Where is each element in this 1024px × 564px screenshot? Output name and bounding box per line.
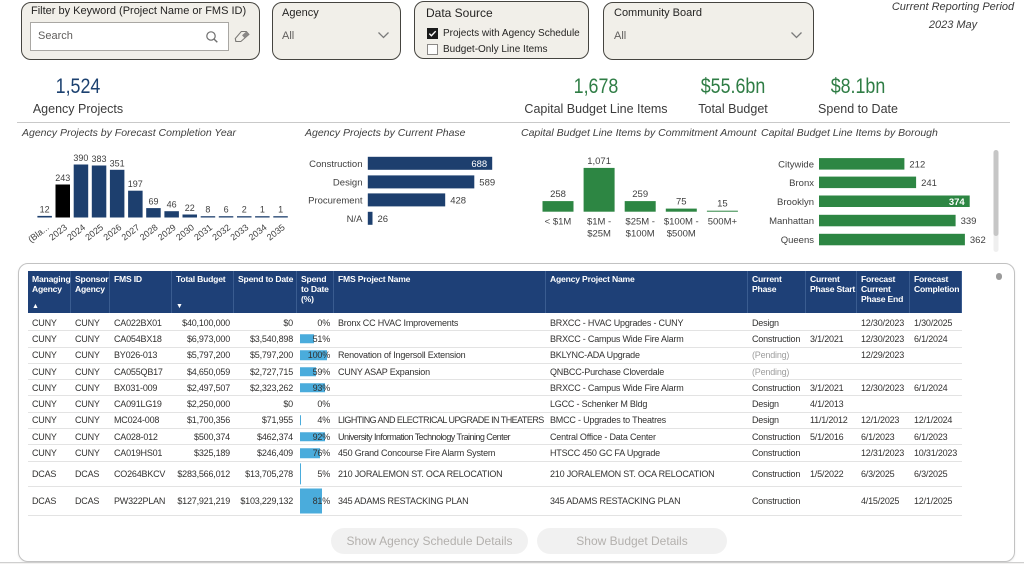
svg-text:258: 258	[550, 189, 566, 200]
svg-text:Citywide: Citywide	[778, 159, 814, 170]
svg-text:Procurement: Procurement	[308, 195, 363, 206]
svg-text:2030: 2030	[174, 222, 196, 242]
svg-text:428: 428	[450, 195, 466, 206]
svg-text:2029: 2029	[156, 222, 178, 242]
svg-text:2031: 2031	[192, 222, 214, 242]
svg-text:2: 2	[242, 205, 247, 215]
svg-text:N/A: N/A	[347, 214, 364, 225]
svg-text:8: 8	[205, 205, 210, 215]
svg-text:Brooklyn: Brooklyn	[777, 197, 814, 208]
svg-text:1: 1	[278, 205, 283, 215]
svg-text:26: 26	[378, 214, 389, 225]
svg-text:243: 243	[55, 173, 70, 183]
svg-text:2035: 2035	[265, 222, 287, 242]
svg-text:351: 351	[110, 158, 125, 168]
svg-text:$1M -: $1M -	[587, 217, 611, 228]
svg-text:241: 241	[921, 178, 937, 189]
svg-text:$25M: $25M	[587, 229, 611, 240]
svg-text:589: 589	[479, 177, 495, 188]
svg-text:$100M -: $100M -	[664, 217, 699, 228]
svg-text:688: 688	[471, 159, 487, 170]
svg-text:1,071: 1,071	[587, 156, 611, 167]
svg-text:390: 390	[73, 153, 88, 163]
svg-text:2027: 2027	[120, 222, 142, 242]
svg-text:383: 383	[91, 154, 106, 164]
svg-text:22: 22	[185, 203, 195, 213]
svg-text:46: 46	[167, 200, 177, 210]
svg-text:2033: 2033	[228, 222, 250, 242]
svg-text:$500M: $500M	[667, 229, 696, 240]
svg-text:2025: 2025	[83, 222, 105, 242]
svg-text:Bronx: Bronx	[789, 178, 814, 189]
svg-text:Queens: Queens	[781, 235, 815, 246]
svg-text:362: 362	[970, 235, 986, 246]
svg-text:500M+: 500M+	[708, 217, 738, 228]
svg-text:259: 259	[632, 189, 648, 200]
svg-text:15: 15	[717, 199, 728, 210]
svg-text:2028: 2028	[138, 222, 160, 242]
svg-text:2024: 2024	[65, 222, 87, 242]
svg-text:197: 197	[128, 179, 143, 189]
svg-text:69: 69	[148, 197, 158, 207]
svg-text:6: 6	[224, 205, 229, 215]
svg-text:Construction: Construction	[309, 159, 362, 170]
svg-text:12: 12	[40, 204, 50, 214]
svg-text:$100M: $100M	[626, 229, 655, 240]
svg-text:1: 1	[260, 205, 265, 215]
svg-text:< $1M: < $1M	[545, 217, 572, 228]
svg-text:Design: Design	[333, 177, 363, 188]
svg-text:339: 339	[961, 216, 977, 227]
svg-text:374: 374	[949, 197, 966, 208]
svg-text:$25M -: $25M -	[625, 217, 655, 228]
svg-text:212: 212	[909, 159, 925, 170]
svg-text:2026: 2026	[101, 222, 123, 242]
svg-text:75: 75	[676, 197, 687, 208]
svg-text:2034: 2034	[247, 222, 269, 242]
svg-text:2032: 2032	[210, 222, 232, 242]
svg-text:Manhattan: Manhattan	[769, 216, 814, 227]
svg-text:2023: 2023	[47, 222, 69, 242]
